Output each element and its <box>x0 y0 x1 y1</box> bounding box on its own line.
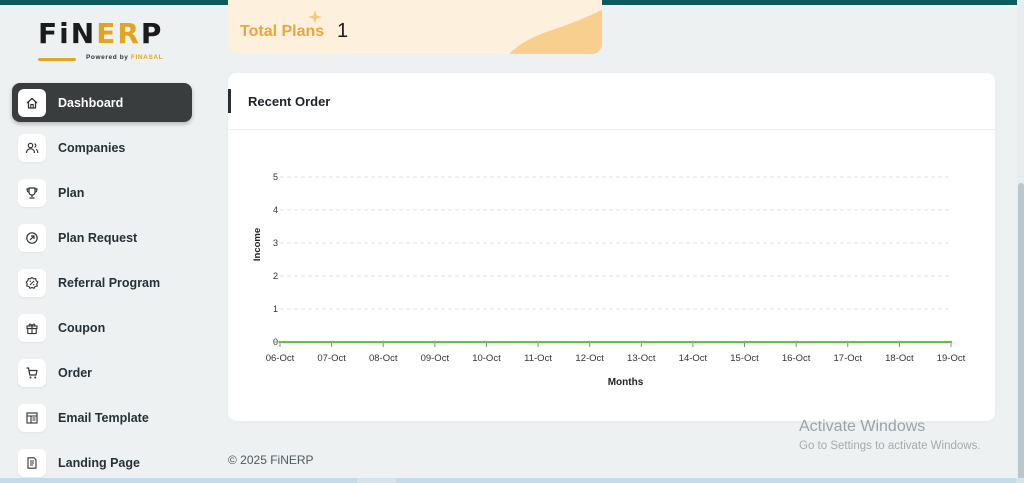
sidebar-item-plan-request[interactable]: Plan Request <box>12 218 192 257</box>
sidebar-item-label: Referral Program <box>58 275 161 290</box>
sidebar-item-dashboard[interactable]: Dashboard <box>12 83 192 122</box>
x-tick-label: 09-Oct <box>421 353 450 364</box>
footer-copyright: © 2025 FiNERP <box>228 453 314 467</box>
total-plans-card: Total Plans 1 <box>228 0 602 54</box>
logo-tagline: Powered by FINASAL <box>86 54 163 61</box>
sidebar-item-label: Coupon <box>58 320 106 335</box>
home-icon <box>18 88 46 117</box>
y-tick-label: 4 <box>273 205 278 215</box>
x-tick-label: 08-Oct <box>369 353 398 364</box>
series-point <box>743 340 746 344</box>
series-point <box>898 340 901 344</box>
logo-brand-text: FINASAL <box>130 54 164 61</box>
series-point <box>536 340 540 344</box>
sidebar-item-label: Plan Request <box>58 230 138 245</box>
series-point <box>330 340 333 344</box>
app-logo[interactable]: FiNERP Powered by FINASAL <box>36 17 176 73</box>
logo-underline <box>38 58 76 61</box>
sidebar-item-label: Email Template <box>58 410 149 425</box>
x-tick-label: 12-Oct <box>575 353 604 364</box>
sidebar-item-referral-program[interactable]: Referral Program <box>12 263 192 302</box>
template-icon <box>18 403 46 432</box>
sidebar-item-email-template[interactable]: Email Template <box>12 398 192 437</box>
x-tick-label: 06-Oct <box>266 353 295 364</box>
series-point <box>433 340 437 344</box>
sparkle-icon <box>308 10 322 24</box>
sidebar-item-plan[interactable]: Plan <box>12 173 192 212</box>
x-tick-label: 11-Oct <box>524 353 552 364</box>
sidebar-item-coupon[interactable]: Coupon <box>12 308 192 347</box>
x-tick-label: 10-Oct <box>472 353 501 364</box>
taskbar-edge <box>0 478 1024 483</box>
badge-percent-icon <box>18 268 46 297</box>
gift-icon <box>18 313 46 342</box>
x-tick-label: 17-Oct <box>834 353 863 364</box>
x-tick-label: 16-Oct <box>782 353 811 364</box>
total-plans-label: Total Plans <box>240 23 325 40</box>
x-tick-label: 13-Oct <box>627 353 656 364</box>
card-header: Recent Order <box>228 73 995 130</box>
sidebar-item-label: Plan <box>58 185 85 200</box>
activate-windows-subtitle: Go to Settings to activate Windows. <box>799 440 981 452</box>
series-point <box>588 340 591 344</box>
series-point <box>640 340 643 344</box>
x-tick-label: 14-Oct <box>679 353 708 364</box>
page-icon <box>18 448 46 477</box>
series-point <box>794 340 798 344</box>
y-tick-label: 5 <box>273 172 278 182</box>
cart-icon <box>18 358 46 387</box>
series-point <box>691 340 695 344</box>
x-axis-title: Months <box>608 377 644 388</box>
card-title: Recent Order <box>248 94 331 109</box>
sidebar: FiNERP Powered by FINASAL Dashboard Compa… <box>0 5 205 483</box>
sidebar-item-order[interactable]: Order <box>12 353 192 392</box>
logo-powered-text: Powered by <box>86 54 129 61</box>
total-plans-value: 1 <box>337 20 349 42</box>
series-point <box>278 340 282 344</box>
y-tick-label: 1 <box>273 304 278 314</box>
card-decoration <box>509 9 602 54</box>
users-icon <box>18 133 46 162</box>
sidebar-item-label: Order <box>58 365 93 380</box>
sidebar-item-companies[interactable]: Companies <box>12 128 192 167</box>
x-tick-label: 15-Oct <box>730 353 759 364</box>
y-tick-label: 3 <box>273 238 278 248</box>
arrow-circle-icon <box>18 223 46 252</box>
activate-windows-title: Activate Windows <box>799 418 926 435</box>
sidebar-item-landing-page[interactable]: Landing Page <box>12 443 192 482</box>
logo-wordmark: FiNERP <box>38 17 164 50</box>
trophy-icon <box>18 178 46 207</box>
series-point <box>485 340 488 344</box>
card-header-accent <box>228 89 231 113</box>
x-tick-label: 19-Oct <box>937 353 966 364</box>
x-tick-label: 18-Oct <box>885 353 914 364</box>
series-point <box>382 340 385 344</box>
series-point <box>846 340 849 344</box>
x-tick-label: 07-Oct <box>317 353 346 364</box>
income-line-chart: 01234506-Oct 07-Oct 08-Oct 09-Oct 10-Oct 11-O… <box>252 172 966 388</box>
series-point <box>949 340 953 344</box>
sidebar-item-label: Companies <box>58 140 126 155</box>
sidebar-nav: Dashboard Companies Plan Plan Request Referr… <box>12 83 192 483</box>
sidebar-item-label: Landing Page <box>58 455 140 470</box>
y-axis-title: Income <box>252 228 263 261</box>
y-tick-label: 2 <box>273 271 278 281</box>
scrollbar-thumb[interactable] <box>1018 183 1024 483</box>
sidebar-item-label: Dashboard <box>58 95 124 110</box>
recent-order-card: Recent Order 0 1 2 3 4 5 06-Oct 07-Oct 08-Oct 09-… <box>228 73 995 421</box>
